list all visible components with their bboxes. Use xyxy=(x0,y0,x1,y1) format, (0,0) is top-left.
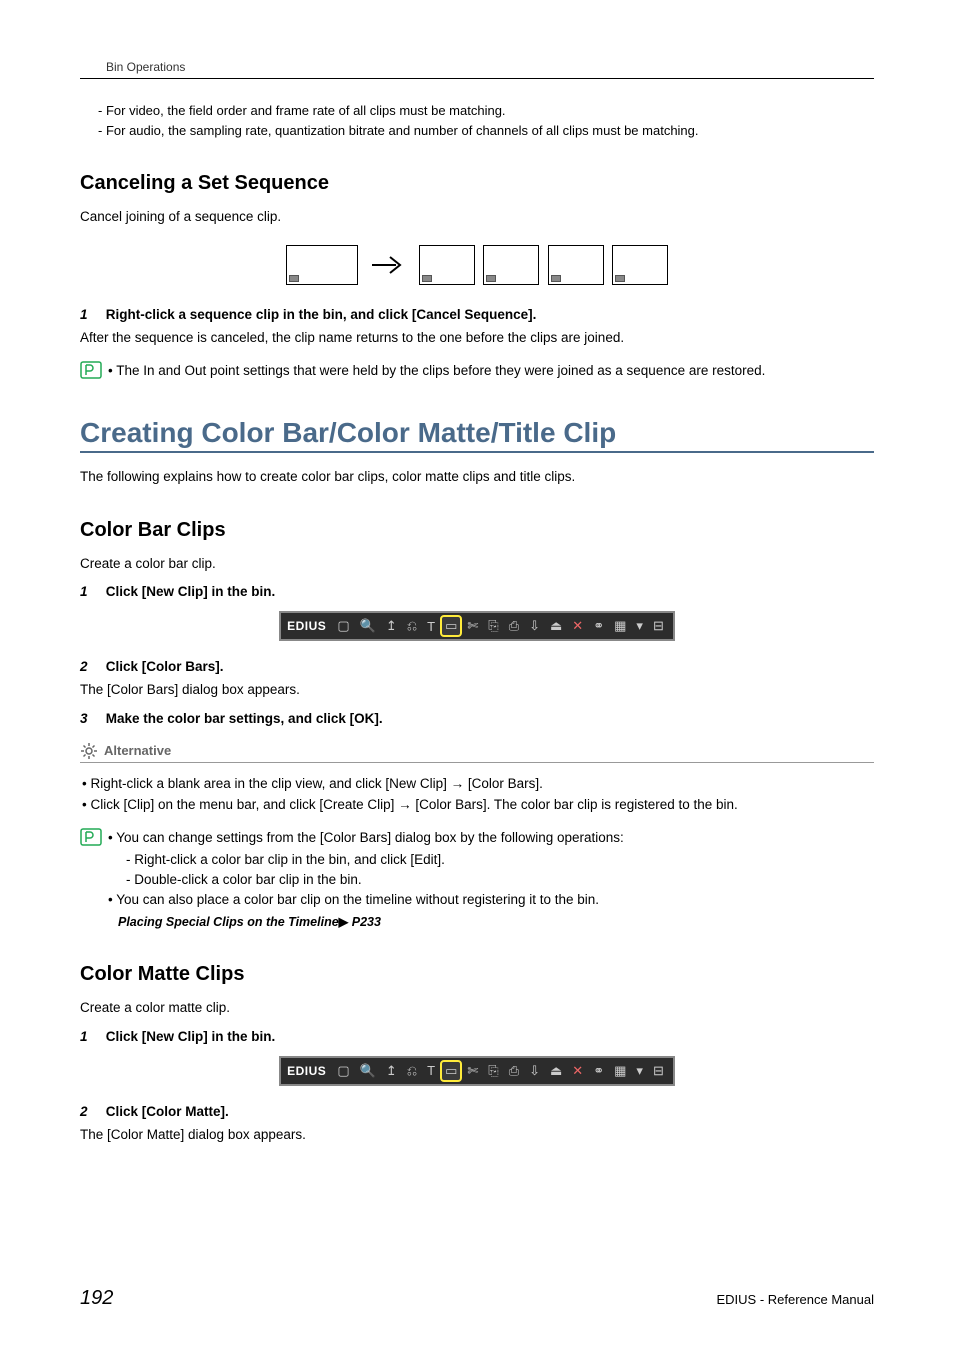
colorbar-step-1: 1 Click [New Clip] in the bin. xyxy=(80,584,874,599)
folder-icon: ▢ xyxy=(332,618,354,634)
heading-cancel-sequence: Canceling a Set Sequence xyxy=(80,172,874,195)
alt-bullet-1: Right-click a blank area in the clip vie… xyxy=(82,773,874,795)
step-number: 1 xyxy=(80,1029,102,1044)
gear-icon xyxy=(80,742,98,760)
note-text-2: You can also place a color bar clip on t… xyxy=(108,892,599,907)
note-text-1: You can change settings from the [Color … xyxy=(108,830,624,845)
intro-bullet-audio: For audio, the sampling rate, quantizati… xyxy=(98,121,874,141)
colorbar-note: You can change settings from the [Color … xyxy=(80,828,874,932)
colorbar-step2-after: The [Color Bars] dialog box appears. xyxy=(80,680,874,700)
step-text: Click [Color Matte]. xyxy=(106,1104,229,1119)
up-icon: ↥ xyxy=(381,618,402,634)
eject-icon: ⏏ xyxy=(545,618,567,634)
step-text: Right-click a sequence clip in the bin, … xyxy=(106,307,537,322)
alternative-title: Alternative xyxy=(104,743,171,758)
clip-single-icon xyxy=(612,245,668,285)
alternative-rule xyxy=(80,762,874,763)
page-number: 192 xyxy=(80,1287,113,1310)
tree-icon: ⎌ xyxy=(402,618,422,634)
step-text: Make the color bar settings, and click [… xyxy=(106,711,383,726)
xref-link[interactable]: Placing Special Clips on the Timeline▶ P… xyxy=(118,913,874,932)
new-clip-icon: ▭ xyxy=(440,1060,462,1082)
window-icon: ⊟ xyxy=(648,1063,669,1079)
cancel-after-text: After the sequence is canceled, the clip… xyxy=(80,328,874,348)
colorbar-step-3: 3 Make the color bar settings, and click… xyxy=(80,711,874,726)
dropdown-icon: ▾ xyxy=(631,618,648,634)
footer-title: EDIUS - Reference Manual xyxy=(716,1292,874,1307)
dropdown-icon: ▾ xyxy=(631,1063,648,1079)
window-icon: ⊟ xyxy=(648,618,669,634)
breadcrumb: Bin Operations xyxy=(80,60,874,74)
colorbar-desc: Create a color bar clip. xyxy=(80,554,874,574)
folder-icon: ▢ xyxy=(332,1063,354,1079)
copy-icon: ⎘ xyxy=(483,1063,503,1079)
colorbar-step-2: 2 Click [Color Bars]. xyxy=(80,659,874,674)
scissors-icon: ✄ xyxy=(462,1063,483,1079)
toolbar-logo: EDIUS xyxy=(285,1064,332,1078)
step-number: 1 xyxy=(80,307,102,322)
heading-color-bar: Color Bar Clips xyxy=(80,519,874,542)
note-dash-1: Right-click a color bar clip in the bin,… xyxy=(126,850,874,870)
step-text: Click [New Clip] in the bin. xyxy=(106,1029,276,1044)
header-rule xyxy=(80,78,874,79)
up-icon: ↥ xyxy=(381,1063,402,1079)
step-number: 2 xyxy=(80,1104,102,1119)
down-icon: ⇩ xyxy=(524,1063,545,1079)
close-icon: ✕ xyxy=(567,1063,588,1079)
text-icon: T xyxy=(422,619,440,634)
note-text: The In and Out point settings that were … xyxy=(108,363,765,378)
step-number: 1 xyxy=(80,584,102,599)
step-text: Click [Color Bars]. xyxy=(106,659,224,674)
colormatte-step-1: 1 Click [New Clip] in the bin. xyxy=(80,1029,874,1044)
step-number: 3 xyxy=(80,711,102,726)
scissors-icon: ✄ xyxy=(462,618,483,634)
arrow-right-icon xyxy=(370,253,406,277)
link-icon: ⚭ xyxy=(588,618,609,634)
paste-icon: ⎙ xyxy=(504,618,524,634)
cancel-step-1: 1 Right-click a sequence clip in the bin… xyxy=(80,307,874,322)
link-icon: ⚭ xyxy=(588,1063,609,1079)
clip-single-icon xyxy=(419,245,475,285)
colormatte-desc: Create a color matte clip. xyxy=(80,998,874,1018)
cancel-desc: Cancel joining of a sequence clip. xyxy=(80,207,874,227)
step-text: Click [New Clip] in the bin. xyxy=(106,584,276,599)
note-icon xyxy=(80,361,102,379)
colormatte-step-2: 2 Click [Color Matte]. xyxy=(80,1104,874,1119)
step-number: 2 xyxy=(80,659,102,674)
toolbar-screenshot: EDIUS ▢ 🔍 ↥ ⎌ T ▭ ✄ ⎘ ⎙ ⇩ ⏏ ✕ ⚭ ▦ ▾ ⊟ xyxy=(80,611,874,641)
close-icon: ✕ xyxy=(567,618,588,634)
alt-bullet-2: Click [Clip] on the menu bar, and click … xyxy=(82,794,874,816)
paste-icon: ⎙ xyxy=(504,1063,524,1079)
cancel-diagram xyxy=(80,245,874,285)
grid-icon: ▦ xyxy=(609,1063,631,1079)
colormatte-step2-after: The [Color Matte] dialog box appears. xyxy=(80,1125,874,1145)
clip-single-icon xyxy=(483,245,539,285)
text-icon: T xyxy=(422,1063,440,1078)
search-icon: 🔍 xyxy=(355,618,381,634)
copy-icon: ⎘ xyxy=(483,618,503,634)
chapter-title: Creating Color Bar/Color Matte/Title Cli… xyxy=(80,417,874,449)
note-icon xyxy=(80,828,102,846)
note-dash-2: Double-click a color bar clip in the bin… xyxy=(126,870,874,890)
chapter-rule xyxy=(80,451,874,453)
chapter-desc: The following explains how to create col… xyxy=(80,467,874,487)
page-footer: 192 EDIUS - Reference Manual xyxy=(80,1287,874,1310)
cancel-note: The In and Out point settings that were … xyxy=(80,361,874,381)
toolbar-logo: EDIUS xyxy=(285,619,332,633)
triangle-icon: ▶ xyxy=(339,915,349,929)
new-clip-icon: ▭ xyxy=(440,615,462,637)
search-icon: 🔍 xyxy=(355,1063,381,1079)
alternative-header: Alternative xyxy=(80,742,874,760)
intro-bullet-video: For video, the field order and frame rat… xyxy=(98,101,874,121)
clip-sequence-icon xyxy=(286,245,358,285)
clip-single-icon xyxy=(548,245,604,285)
eject-icon: ⏏ xyxy=(545,1063,567,1079)
grid-icon: ▦ xyxy=(609,618,631,634)
toolbar-screenshot-2: EDIUS ▢ 🔍 ↥ ⎌ T ▭ ✄ ⎘ ⎙ ⇩ ⏏ ✕ ⚭ ▦ ▾ ⊟ xyxy=(80,1056,874,1086)
tree-icon: ⎌ xyxy=(402,1063,422,1079)
heading-color-matte: Color Matte Clips xyxy=(80,963,874,986)
down-icon: ⇩ xyxy=(524,618,545,634)
